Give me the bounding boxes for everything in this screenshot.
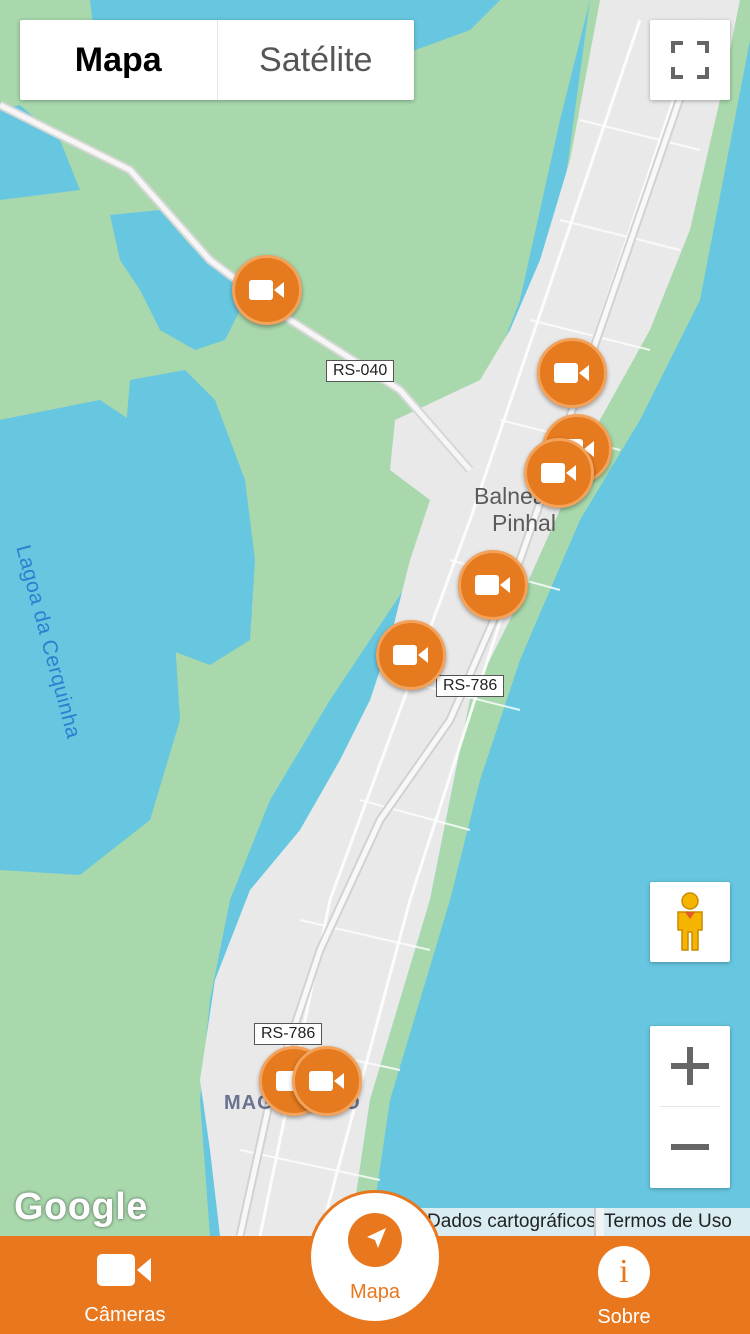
road-shield-rs786: RS-786 (436, 675, 505, 697)
road-shield-rs040: RS-040 (326, 360, 395, 382)
fullscreen-button[interactable] (650, 20, 730, 100)
camera-icon (249, 280, 284, 300)
camera-marker[interactable] (232, 255, 302, 325)
camera-marker[interactable] (537, 338, 607, 408)
city-label-line2: Pinhal (492, 510, 556, 536)
pegman-icon (677, 892, 703, 951)
nav-cameras-label: Câmeras (84, 1304, 166, 1326)
zoom-in-button[interactable] (650, 1026, 730, 1106)
zoom-control (650, 1026, 730, 1188)
zoom-out-icon (671, 1144, 709, 1150)
camera-icon (541, 463, 576, 483)
camera-icon (393, 645, 428, 665)
nav-about[interactable]: i Sobre (564, 1246, 684, 1329)
fullscreen-icon (671, 41, 709, 79)
road-shield-rs786-south: RS-786 (254, 1023, 323, 1045)
map-type-control: Mapa Satélite (20, 20, 414, 100)
nav-cameras[interactable]: Câmeras (60, 1250, 190, 1327)
terms-link[interactable]: Termos de Uso (594, 1208, 750, 1236)
nav-map-label: Mapa (349, 1281, 401, 1303)
camera-marker[interactable] (292, 1046, 362, 1116)
zoom-out-button[interactable] (650, 1107, 730, 1187)
camera-icon (309, 1071, 344, 1091)
camera-marker[interactable] (376, 620, 446, 690)
navigation-arrow-icon (348, 1213, 402, 1267)
zoom-in-icon (671, 1047, 709, 1085)
info-icon: i (598, 1246, 650, 1298)
camera-marker[interactable] (458, 550, 528, 620)
google-logo: Google (14, 1186, 148, 1228)
map-type-map-button[interactable]: Mapa (20, 20, 217, 100)
street-view-button[interactable] (650, 882, 730, 962)
camera-icon (554, 363, 589, 383)
nav-about-label: Sobre (597, 1306, 651, 1328)
camera-icon (475, 575, 510, 595)
camera-marker[interactable] (524, 438, 594, 508)
camera-icon (97, 1254, 151, 1286)
nav-map[interactable]: Mapa (308, 1190, 442, 1324)
map-type-satellite-button[interactable]: Satélite (216, 20, 415, 100)
map-canvas[interactable] (0, 0, 750, 1334)
